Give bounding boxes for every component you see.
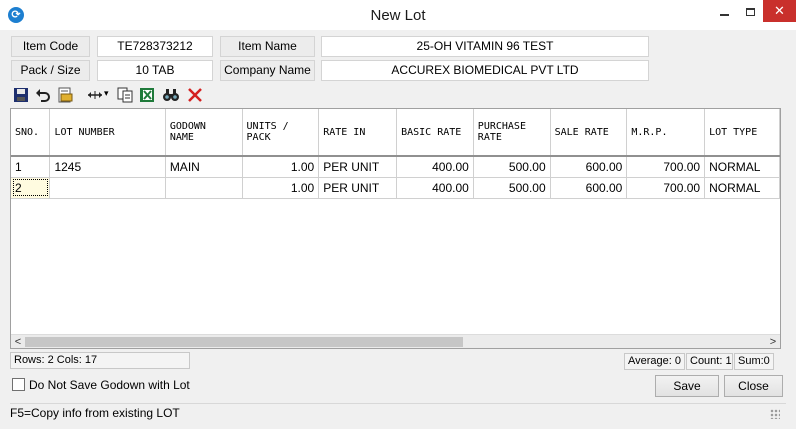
column-header-purchase-rate[interactable]: PURCHASE RATE xyxy=(473,109,551,157)
cell-rate-in[interactable]: PER UNIT xyxy=(318,156,398,178)
cell-rate-in[interactable]: PER UNIT xyxy=(318,177,398,199)
cell-basic-rate[interactable]: 400.00 xyxy=(396,156,474,178)
column-header-mrp[interactable]: M.R.P. xyxy=(626,109,706,157)
cell-godown[interactable] xyxy=(165,177,243,199)
cell-sale-rate[interactable]: 600.00 xyxy=(550,177,628,199)
cell-units-pack[interactable]: 1.00 xyxy=(242,177,320,199)
maximize-button[interactable] xyxy=(737,0,763,22)
cell-mrp[interactable]: 700.00 xyxy=(626,156,706,178)
minimize-icon xyxy=(719,13,729,16)
sum-status: Sum:0 xyxy=(734,353,774,370)
cell-purchase-rate[interactable]: 500.00 xyxy=(473,177,551,199)
cell-lot-type[interactable]: NORMAL xyxy=(704,177,780,199)
find-toolbar-button[interactable] xyxy=(162,86,180,104)
company-name-label: Company Name xyxy=(220,60,315,81)
delete-toolbar-button[interactable] xyxy=(186,86,204,104)
cell-purchase-rate[interactable]: 500.00 xyxy=(473,156,551,178)
scroll-right-icon[interactable]: > xyxy=(766,335,780,348)
copy-toolbar-button[interactable] xyxy=(116,86,134,104)
window-title: New Lot xyxy=(370,7,426,24)
save-toolbar-button[interactable] xyxy=(12,86,30,104)
save-button[interactable]: Save xyxy=(655,375,719,397)
scrollbar-thumb[interactable] xyxy=(25,337,463,347)
column-header-godown-name[interactable]: GODOWN NAME xyxy=(165,109,243,157)
column-header-units-pack[interactable]: UNITS / PACK xyxy=(242,109,320,157)
column-width-toolbar-button[interactable]: ▾ xyxy=(86,86,112,104)
copy-icon xyxy=(117,87,133,103)
window-close-button[interactable]: ✕ xyxy=(763,0,796,22)
table-header-row: SNO. LOT NUMBER GODOWN NAME UNITS / PACK R… xyxy=(11,109,780,157)
delete-icon xyxy=(188,88,202,102)
average-status: Average: 0 xyxy=(624,353,685,370)
cell-sale-rate[interactable]: 600.00 xyxy=(550,156,628,178)
cell-sno-selected[interactable]: 2 xyxy=(11,177,51,199)
undo-icon xyxy=(36,89,50,102)
pack-size-field[interactable]: 10 TAB xyxy=(97,60,213,81)
close-icon: ✕ xyxy=(774,3,785,18)
horizontal-scrollbar[interactable]: < > xyxy=(11,334,780,348)
column-header-lot-number[interactable]: LOT NUMBER xyxy=(49,109,166,157)
column-header-rate-in[interactable]: RATE IN xyxy=(318,109,398,157)
cell-lot-number[interactable] xyxy=(49,177,166,199)
item-code-field[interactable]: TE728373212 xyxy=(97,36,213,57)
item-name-label: Item Name xyxy=(220,36,315,57)
print-preview-toolbar-button[interactable] xyxy=(56,86,74,104)
column-header-sale-rate[interactable]: SALE RATE xyxy=(550,109,628,157)
lot-grid[interactable]: SNO. LOT NUMBER GODOWN NAME UNITS / PACK R… xyxy=(10,108,781,349)
minimize-button[interactable] xyxy=(711,0,737,22)
find-icon xyxy=(163,89,179,101)
column-header-sno[interactable]: SNO. xyxy=(11,109,51,157)
scroll-left-icon[interactable]: < xyxy=(11,335,25,348)
company-name-field[interactable]: ACCUREX BIOMEDICAL PVT LTD xyxy=(321,60,649,81)
title-bar: ⟳ New Lot ✕ xyxy=(0,0,796,31)
rows-cols-status: Rows: 2 Cols: 17 xyxy=(10,352,190,369)
save-icon xyxy=(14,88,28,102)
table-row[interactable]: 2 1.00 PER UNIT 400.00 500.00 600.00 700… xyxy=(11,177,780,199)
maximize-icon xyxy=(745,7,755,16)
column-header-lot-type[interactable]: LOT TYPE xyxy=(704,109,780,157)
excel-export-toolbar-button[interactable] xyxy=(138,86,156,104)
pack-size-label: Pack / Size xyxy=(11,60,90,81)
shortcut-hint: F5=Copy info from existing LOT xyxy=(10,406,180,420)
cell-lot-number[interactable]: 1245 xyxy=(49,156,166,178)
do-not-save-godown-checkbox[interactable] xyxy=(12,378,25,391)
grid-toolbar: ▾ xyxy=(10,84,780,106)
excel-export-icon xyxy=(140,88,154,102)
cell-basic-rate[interactable]: 400.00 xyxy=(396,177,474,199)
item-name-field[interactable]: 25-OH VITAMIN 96 TEST xyxy=(321,36,649,57)
cell-mrp[interactable]: 700.00 xyxy=(626,177,706,199)
lot-table: SNO. LOT NUMBER GODOWN NAME UNITS / PACK R… xyxy=(11,109,780,199)
resize-grip-icon[interactable] xyxy=(770,409,780,419)
item-code-label: Item Code xyxy=(11,36,90,57)
cell-godown[interactable]: MAIN xyxy=(165,156,243,178)
column-width-icon xyxy=(88,91,102,99)
cell-sno[interactable]: 1 xyxy=(11,156,51,178)
cell-lot-type[interactable]: NORMAL xyxy=(704,156,780,178)
status-bar: F5=Copy info from existing LOT xyxy=(10,403,786,423)
do-not-save-godown-label[interactable]: Do Not Save Godown with Lot xyxy=(29,378,190,392)
count-status: Count: 1 xyxy=(686,353,733,370)
close-button[interactable]: Close xyxy=(724,375,783,397)
undo-toolbar-button[interactable] xyxy=(34,86,52,104)
table-row[interactable]: 1 1245 MAIN 1.00 PER UNIT 400.00 500.00 … xyxy=(11,156,780,178)
column-header-basic-rate[interactable]: BASIC RATE xyxy=(396,109,474,157)
print-preview-icon xyxy=(58,87,73,103)
chevron-down-icon: ▾ xyxy=(104,88,109,98)
cell-units-pack[interactable]: 1.00 xyxy=(242,156,320,178)
